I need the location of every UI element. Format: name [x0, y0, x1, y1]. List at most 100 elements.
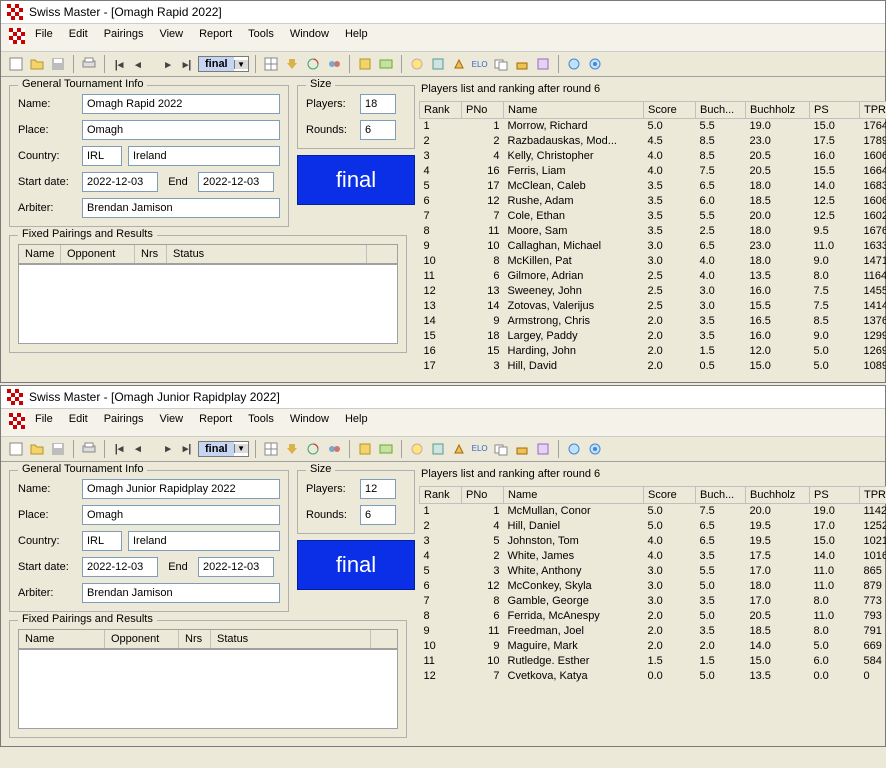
- table-row[interactable]: 7 7 Cole, Ethan 3.5 5.5 20.0 12.5 1602: [420, 209, 886, 224]
- ranking-col-header[interactable]: Buchholz: [746, 486, 810, 503]
- refresh-pairings-button[interactable]: [304, 440, 322, 458]
- ranking-col-header[interactable]: Rank: [420, 102, 462, 119]
- fixed-col-name[interactable]: Name: [19, 245, 61, 263]
- table-row[interactable]: 6 12 McConkey, Skyla 3.0 5.0 18.0 11.0 8…: [420, 578, 886, 593]
- start-date-field[interactable]: [82, 557, 158, 577]
- fixed-col-opponent[interactable]: Opponent: [61, 245, 135, 263]
- fixed-col-status[interactable]: Status: [211, 630, 371, 648]
- tool-d-button[interactable]: [429, 440, 447, 458]
- fixed-col-nrs[interactable]: Nrs: [179, 630, 211, 648]
- end-date-field[interactable]: [198, 557, 274, 577]
- table-row[interactable]: 13 14 Zotovas, Valerijus 2.5 3.0 15.5 7.…: [420, 299, 886, 314]
- table-row[interactable]: 10 8 McKillen, Pat 3.0 4.0 18.0 9.0 1471: [420, 254, 886, 269]
- nav-next-button[interactable]: ▸: [160, 56, 176, 72]
- ranking-col-header[interactable]: TPR ...: [860, 102, 886, 119]
- tool-f-button[interactable]: [534, 440, 552, 458]
- print-button[interactable]: [80, 440, 98, 458]
- menu-help[interactable]: Help: [345, 28, 368, 47]
- tool-g-button[interactable]: [565, 440, 583, 458]
- menu-tools[interactable]: Tools: [248, 413, 274, 432]
- tool-h-button[interactable]: [586, 55, 604, 73]
- country-code-field[interactable]: [82, 531, 122, 551]
- table-row[interactable]: 15 18 Largey, Paddy 2.0 3.5 16.0 9.0 129…: [420, 329, 886, 344]
- print-button[interactable]: [80, 55, 98, 73]
- players-field[interactable]: [360, 94, 396, 114]
- trophy2-button[interactable]: [450, 440, 468, 458]
- tool-f-button[interactable]: [534, 55, 552, 73]
- table-row[interactable]: 8 6 Ferrida, McAnespy 2.0 5.0 20.5 11.0 …: [420, 608, 886, 623]
- open-file-button[interactable]: [28, 55, 46, 73]
- ranking-col-header[interactable]: Buchholz: [746, 102, 810, 119]
- table-row[interactable]: 3 5 Johnston, Tom 4.0 6.5 19.5 15.0 1021: [420, 533, 886, 548]
- ranking-col-header[interactable]: Buch...: [696, 486, 746, 503]
- menu-file[interactable]: File: [35, 413, 53, 432]
- table-row[interactable]: 11 6 Gilmore, Adrian 2.5 4.0 13.5 8.0 11…: [420, 269, 886, 284]
- menu-edit[interactable]: Edit: [69, 28, 88, 47]
- table-row[interactable]: 6 12 Rushe, Adam 3.5 6.0 18.5 12.5 1606: [420, 194, 886, 209]
- fixed-col-status[interactable]: Status: [167, 245, 367, 263]
- country-code-field[interactable]: [82, 146, 122, 166]
- ranking-col-header[interactable]: PNo: [462, 486, 504, 503]
- tool-b-button[interactable]: [377, 440, 395, 458]
- players-button[interactable]: [325, 55, 343, 73]
- tool-d-button[interactable]: [429, 55, 447, 73]
- menu-pairings[interactable]: Pairings: [104, 28, 144, 47]
- nav-last-button[interactable]: ▸|: [179, 441, 195, 457]
- new-file-button[interactable]: [7, 440, 25, 458]
- menu-file[interactable]: File: [35, 28, 53, 47]
- nav-last-button[interactable]: ▸|: [179, 56, 195, 72]
- table-row[interactable]: 12 13 Sweeney, John 2.5 3.0 16.0 7.5 145…: [420, 284, 886, 299]
- arbiter-field[interactable]: [82, 198, 280, 218]
- save-button[interactable]: [49, 440, 67, 458]
- windows-button[interactable]: [492, 55, 510, 73]
- table-row[interactable]: 12 7 Cvetkova, Katya 0.0 5.0 13.5 0.0 0: [420, 668, 886, 683]
- country-name-field[interactable]: [128, 531, 280, 551]
- elo-button[interactable]: ELO: [471, 440, 489, 458]
- elo-button[interactable]: ELO: [471, 55, 489, 73]
- menu-window[interactable]: Window: [290, 413, 329, 432]
- ranking-col-header[interactable]: Score: [644, 486, 696, 503]
- table-row[interactable]: 14 9 Armstrong, Chris 2.0 3.5 16.5 8.5 1…: [420, 314, 886, 329]
- menu-report[interactable]: Report: [199, 28, 232, 47]
- menu-report[interactable]: Report: [199, 413, 232, 432]
- place-field[interactable]: [82, 505, 280, 525]
- menu-view[interactable]: View: [159, 28, 183, 47]
- table-row[interactable]: 4 16 Ferris, Liam 4.0 7.5 20.5 15.5 1664: [420, 164, 886, 179]
- round-selector[interactable]: final▼: [198, 56, 249, 72]
- menu-window[interactable]: Window: [290, 28, 329, 47]
- table-row[interactable]: 10 9 Maguire, Mark 2.0 2.0 14.0 5.0 669: [420, 638, 886, 653]
- table-row[interactable]: 5 17 McClean, Caleb 3.5 6.5 18.0 14.0 16…: [420, 179, 886, 194]
- windows-button[interactable]: [492, 440, 510, 458]
- tool-a-button[interactable]: [356, 55, 374, 73]
- fixed-col-nrs[interactable]: Nrs: [135, 245, 167, 263]
- players-button[interactable]: [325, 440, 343, 458]
- trophy2-button[interactable]: [450, 55, 468, 73]
- nav-first-button[interactable]: |◂: [111, 441, 127, 457]
- grid-view-button[interactable]: [262, 440, 280, 458]
- menu-help[interactable]: Help: [345, 413, 368, 432]
- nav-first-button[interactable]: |◂: [111, 56, 127, 72]
- table-row[interactable]: 16 15 Harding, John 2.0 1.5 12.0 5.0 126…: [420, 344, 886, 359]
- ranking-col-header[interactable]: Name: [504, 102, 644, 119]
- round-selector[interactable]: final▼: [198, 441, 249, 457]
- menu-edit[interactable]: Edit: [69, 413, 88, 432]
- ranking-col-header[interactable]: Score: [644, 102, 696, 119]
- save-button[interactable]: [49, 55, 67, 73]
- table-row[interactable]: 17 3 Hill, David 2.0 0.5 15.0 5.0 1089: [420, 359, 886, 374]
- tool-e-button[interactable]: [513, 440, 531, 458]
- table-row[interactable]: 1 1 McMullan, Conor 5.0 7.5 20.0 19.0 11…: [420, 503, 886, 518]
- table-row[interactable]: 9 11 Freedman, Joel 2.0 3.5 18.5 8.0 791: [420, 623, 886, 638]
- table-row[interactable]: 2 4 Hill, Daniel 5.0 6.5 19.5 17.0 1252: [420, 518, 886, 533]
- tool-g-button[interactable]: [565, 55, 583, 73]
- fixed-col-opponent[interactable]: Opponent: [105, 630, 179, 648]
- fixed-pairings-list[interactable]: [18, 649, 398, 729]
- ranking-col-header[interactable]: PS: [810, 102, 860, 119]
- place-field[interactable]: [82, 120, 280, 140]
- table-row[interactable]: 2 2 Razbadauskas, Mod... 4.5 8.5 23.0 17…: [420, 134, 886, 149]
- ranking-col-header[interactable]: PS: [810, 486, 860, 503]
- rounds-field[interactable]: [360, 505, 396, 525]
- ranking-col-header[interactable]: Name: [504, 486, 644, 503]
- tool-a-button[interactable]: [356, 440, 374, 458]
- table-row[interactable]: 11 10 Rutledge. Esther 1.5 1.5 15.0 6.0 …: [420, 653, 886, 668]
- end-date-field[interactable]: [198, 172, 274, 192]
